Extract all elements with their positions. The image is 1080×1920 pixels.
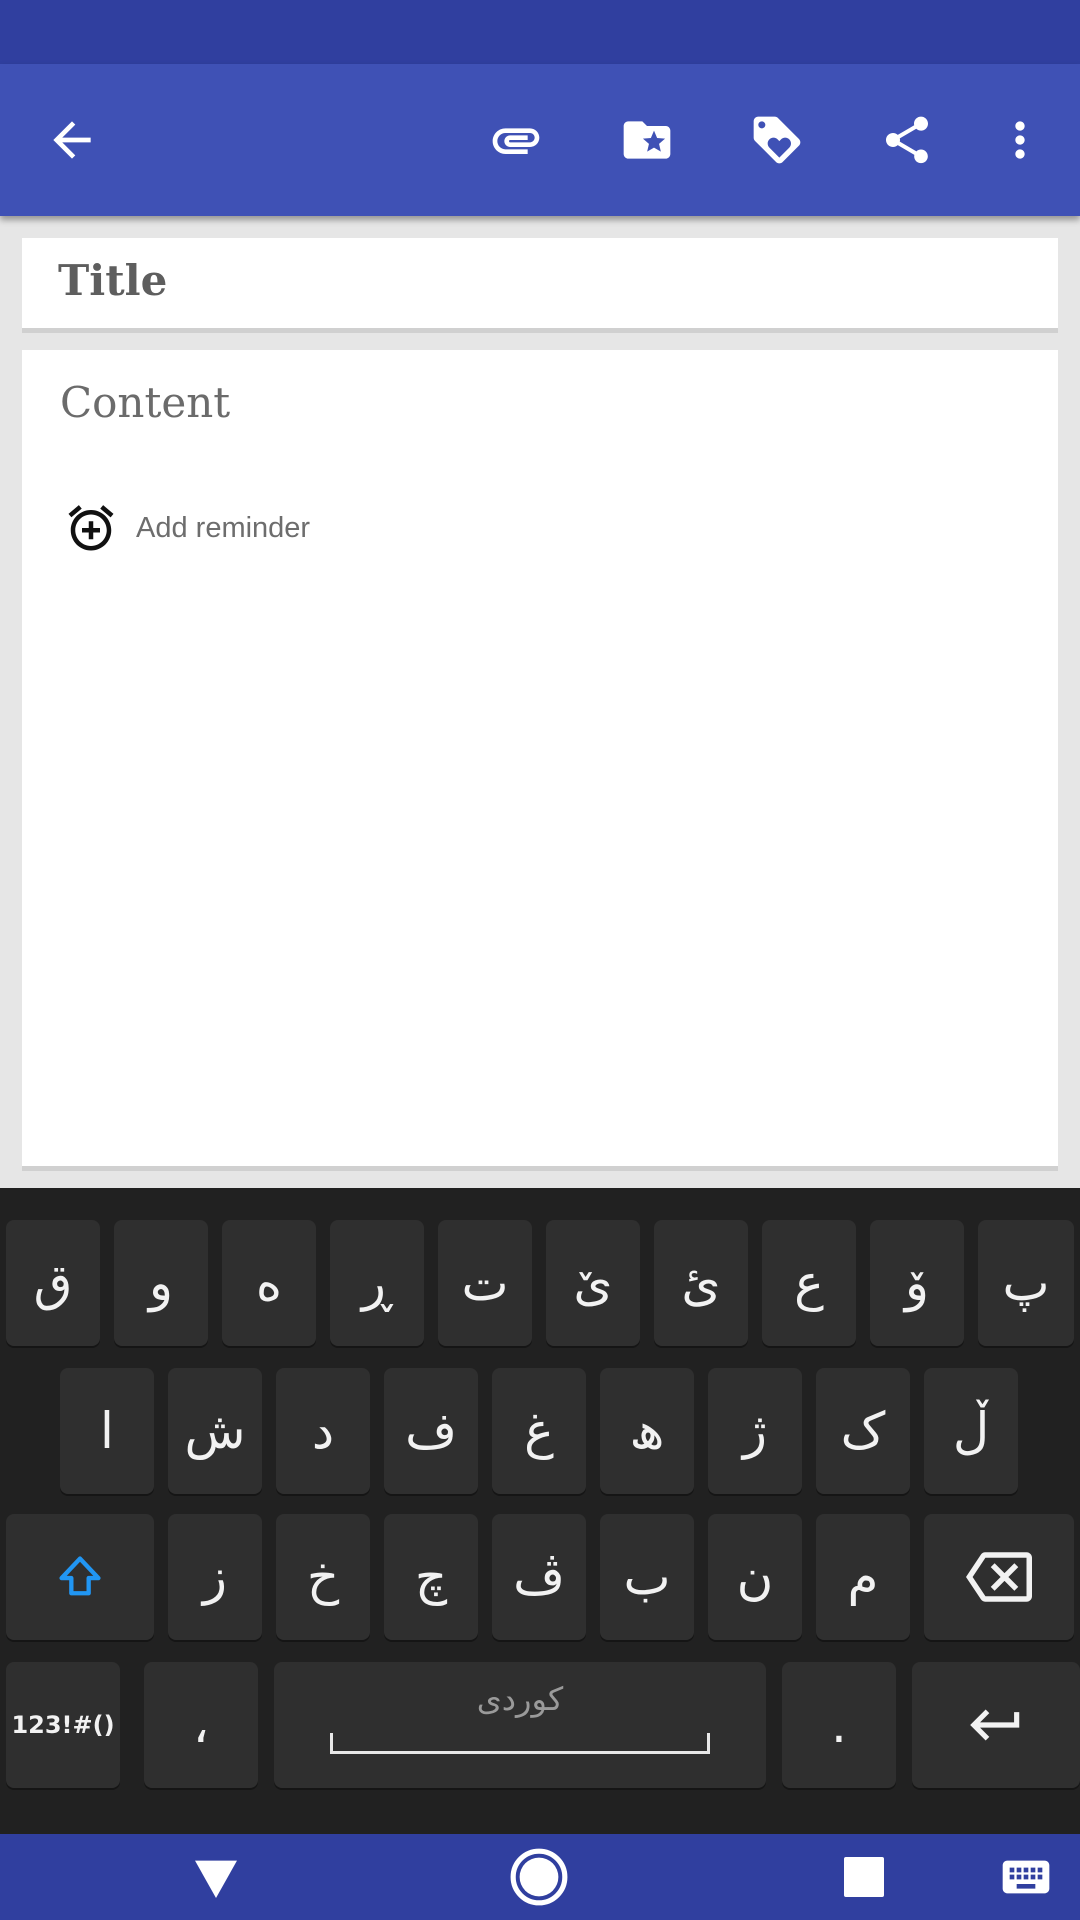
key[interactable]: ب (600, 1514, 694, 1640)
share-icon (886, 116, 928, 164)
title-field[interactable]: Title (22, 238, 1058, 333)
alarm-add-icon (68, 505, 114, 551)
shift-icon (59, 1556, 101, 1596)
soft-keyboard: ق و ە ڕ ت ێ ئ ع ۆ پ ا ش د ف غ ھ ژ ک ڵ ز … (0, 1188, 1080, 1834)
backspace-icon (966, 1552, 1032, 1602)
tag-button[interactable] (735, 98, 819, 182)
folder-star-icon (623, 121, 671, 159)
nav-home-button[interactable] (506, 1844, 572, 1910)
key[interactable]: پ (978, 1220, 1074, 1346)
key[interactable]: ک (816, 1368, 910, 1494)
key[interactable]: ع (762, 1220, 856, 1346)
key[interactable]: ت (438, 1220, 532, 1346)
key[interactable]: ۆ (870, 1220, 964, 1346)
back-button[interactable] (30, 98, 114, 182)
space-bar-glyph (330, 1733, 710, 1754)
key[interactable]: ە (222, 1220, 316, 1346)
enter-icon (970, 1709, 1020, 1741)
key[interactable]: غ (492, 1368, 586, 1494)
enter-key[interactable] (912, 1662, 1080, 1788)
key[interactable]: ا (60, 1368, 154, 1494)
status-bar (0, 0, 1080, 64)
content-field[interactable]: Content Add reminder (22, 350, 1058, 1171)
nav-keyboard-button[interactable] (993, 1844, 1059, 1910)
more-options-button[interactable] (978, 98, 1062, 182)
nav-back-button[interactable] (183, 1844, 249, 1910)
add-reminder-button[interactable]: Add reminder (64, 498, 310, 558)
key[interactable]: و (114, 1220, 208, 1346)
system-nav-bar (0, 1834, 1080, 1920)
back-arrow-icon (53, 121, 91, 159)
content-placeholder: Content (60, 378, 231, 427)
home-circle-icon (510, 1848, 568, 1906)
key[interactable]: ڕ (330, 1220, 424, 1346)
comma-key[interactable]: ، (144, 1662, 258, 1788)
key[interactable]: ژ (708, 1368, 802, 1494)
nav-recents-button[interactable] (831, 1844, 897, 1910)
backspace-key[interactable] (924, 1514, 1074, 1640)
back-triangle-icon (195, 1860, 237, 1898)
keyboard-icon (1002, 1860, 1050, 1894)
key[interactable]: خ (276, 1514, 370, 1640)
space-language-label: کوردی (476, 1680, 564, 1718)
title-placeholder: Title (58, 256, 168, 305)
more-vert-icon (1015, 121, 1025, 159)
key[interactable]: م (816, 1514, 910, 1640)
folder-button[interactable] (605, 98, 689, 182)
attachment-icon (492, 128, 540, 154)
key[interactable]: د (276, 1368, 370, 1494)
key[interactable]: ش (168, 1368, 262, 1494)
key[interactable]: ێ (546, 1220, 640, 1346)
key[interactable]: ق (6, 1220, 100, 1346)
add-reminder-label: Add reminder (136, 511, 311, 544)
period-key[interactable]: . (782, 1662, 896, 1788)
recents-square-icon (844, 1857, 884, 1897)
tag-heart-icon (753, 116, 801, 164)
key[interactable]: ڵ (924, 1368, 1018, 1494)
key[interactable]: ف (384, 1368, 478, 1494)
attach-button[interactable] (474, 98, 558, 182)
key[interactable]: چ (384, 1514, 478, 1640)
key[interactable]: ن (708, 1514, 802, 1640)
key[interactable]: ز (168, 1514, 262, 1640)
key[interactable]: ڤ (492, 1514, 586, 1640)
key[interactable]: ئ (654, 1220, 748, 1346)
shift-key[interactable] (6, 1514, 154, 1640)
share-button[interactable] (865, 98, 949, 182)
app-toolbar (0, 64, 1080, 216)
key[interactable]: ھ (600, 1368, 694, 1494)
symbols-key[interactable]: 123!#() (6, 1662, 120, 1788)
space-key[interactable]: کوردی (274, 1662, 766, 1788)
